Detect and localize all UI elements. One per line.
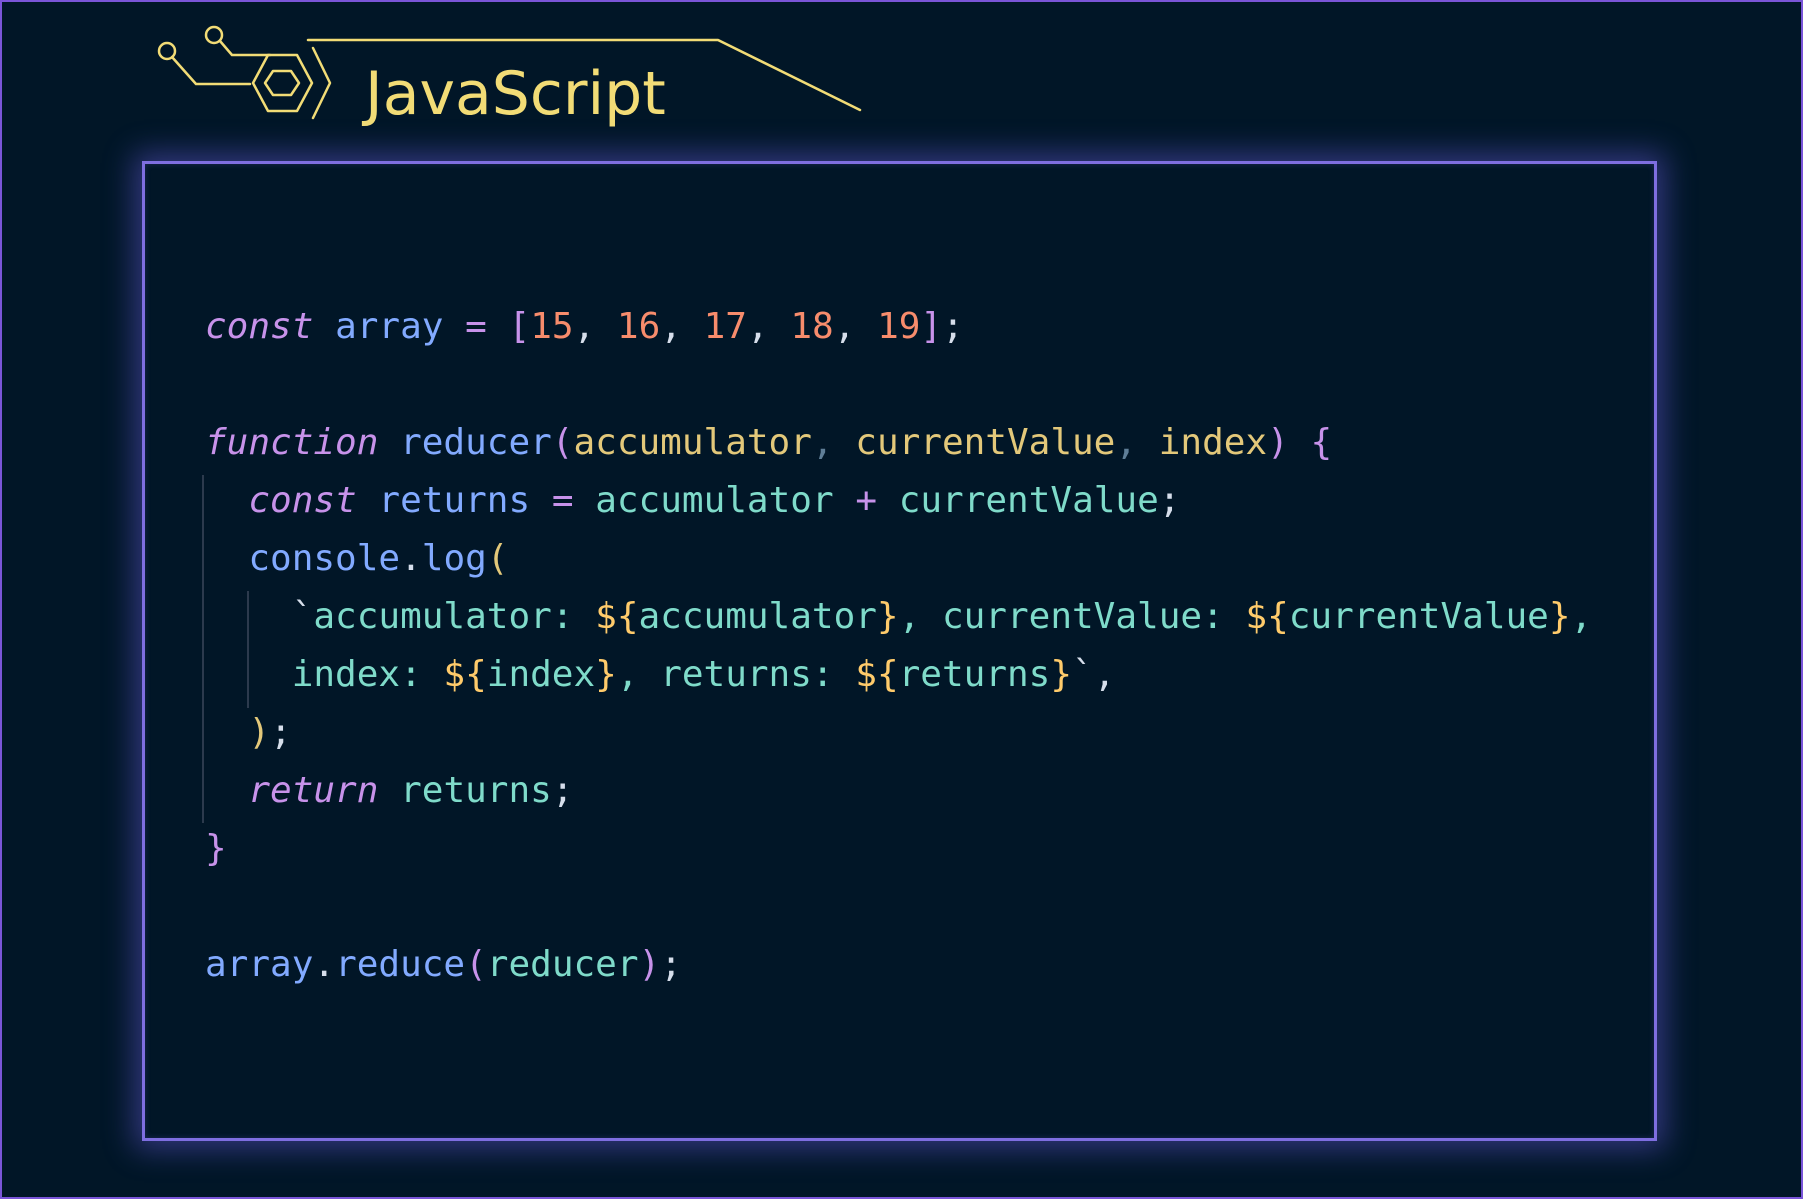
code-token: returns xyxy=(400,770,552,811)
code-panel: const array = [15, 16, 17, 18, 19]; func… xyxy=(142,161,1657,1141)
code-token: } xyxy=(1050,654,1073,695)
code-line: const returns = accumulator + currentVal… xyxy=(205,472,1592,530)
code-token: accumulator xyxy=(638,596,877,637)
code-token: } xyxy=(876,596,899,637)
code-token: returns xyxy=(898,654,1051,695)
code-token: [ xyxy=(508,306,531,347)
code-token: currentValue xyxy=(1288,596,1549,637)
code-token: 19 xyxy=(877,306,921,347)
code-token: ; xyxy=(1158,480,1181,521)
code-token: ; xyxy=(660,944,682,985)
code-line: ); xyxy=(205,704,1592,762)
code-token: , returns: xyxy=(616,654,856,695)
code-token: ( xyxy=(465,944,487,985)
code-token: return xyxy=(248,770,379,811)
code-token: reduce xyxy=(335,944,466,985)
code-block: const array = [15, 16, 17, 18, 19]; func… xyxy=(205,298,1592,994)
code-token: index xyxy=(1158,422,1268,463)
code-token: reducer xyxy=(486,944,639,985)
code-token: 16 xyxy=(616,306,661,347)
page-title: JavaScript xyxy=(365,59,666,129)
code-token: 18 xyxy=(790,306,834,347)
code-token: = xyxy=(551,480,574,521)
code-token: } xyxy=(205,828,227,869)
code-token: , xyxy=(746,306,791,347)
code-token: ${ xyxy=(595,596,639,637)
code-token: const xyxy=(248,480,357,521)
code-token: function xyxy=(205,422,379,463)
code-token: , currentValue: xyxy=(898,596,1246,637)
code-token: . xyxy=(400,538,422,579)
code-token: 17 xyxy=(703,306,747,347)
code-token: ; xyxy=(942,306,964,347)
code-token: , xyxy=(833,306,878,347)
indent-guide xyxy=(202,475,204,823)
code-token: + xyxy=(855,480,877,521)
code-token: { xyxy=(1310,422,1333,463)
code-token: , xyxy=(660,306,704,347)
code-token: , xyxy=(1115,422,1159,463)
code-token: , xyxy=(1570,596,1593,637)
code-token: , xyxy=(811,422,856,463)
code-line: function reducer(accumulator, currentVal… xyxy=(205,414,1592,472)
code-token: returns xyxy=(378,480,531,521)
code-token: 15 xyxy=(530,306,574,347)
code-token: ; xyxy=(551,770,574,811)
code-token: ) xyxy=(638,944,661,985)
code-token: ( xyxy=(486,538,509,579)
code-line: const array = [15, 16, 17, 18, 19]; xyxy=(205,298,1592,356)
code-token: const xyxy=(205,306,314,347)
code-token: ( xyxy=(551,422,574,463)
code-token: , xyxy=(573,306,617,347)
code-line: array.reduce(reducer); xyxy=(205,936,1592,994)
code-token: ${ xyxy=(443,654,487,695)
code-token: ) xyxy=(1267,422,1289,463)
code-token: array xyxy=(205,944,314,985)
code-line: index: ${index}, returns: ${returns}`, xyxy=(205,646,1592,704)
code-token: currentValue xyxy=(898,480,1159,521)
code-token: accumulator xyxy=(595,480,834,521)
code-token: } xyxy=(595,654,617,695)
code-line: console.log( xyxy=(205,530,1592,588)
code-token: console xyxy=(248,538,401,579)
code-token: index xyxy=(486,654,596,695)
code-token: log xyxy=(421,538,487,579)
code-line: `accumulator: ${accumulator}, currentVal… xyxy=(205,588,1593,646)
code-token: `, xyxy=(1072,654,1116,695)
code-token: ; xyxy=(270,712,292,753)
code-token: currentValue xyxy=(855,422,1116,463)
code-token: ) xyxy=(248,712,271,753)
code-token: ] xyxy=(920,306,943,347)
code-token: } xyxy=(1548,596,1571,637)
code-token: ` xyxy=(205,596,314,637)
code-token: ${ xyxy=(1245,596,1289,637)
code-token: index: xyxy=(205,654,444,695)
code-token: accumulator xyxy=(573,422,812,463)
code-token: reducer xyxy=(400,422,552,463)
code-token: ${ xyxy=(855,654,899,695)
code-line: } xyxy=(205,820,1592,878)
code-token: = xyxy=(465,306,487,347)
code-token: array xyxy=(335,306,444,347)
code-token: . xyxy=(313,944,336,985)
code-line: return returns; xyxy=(205,762,1592,820)
code-token: accumulator: xyxy=(313,596,596,637)
